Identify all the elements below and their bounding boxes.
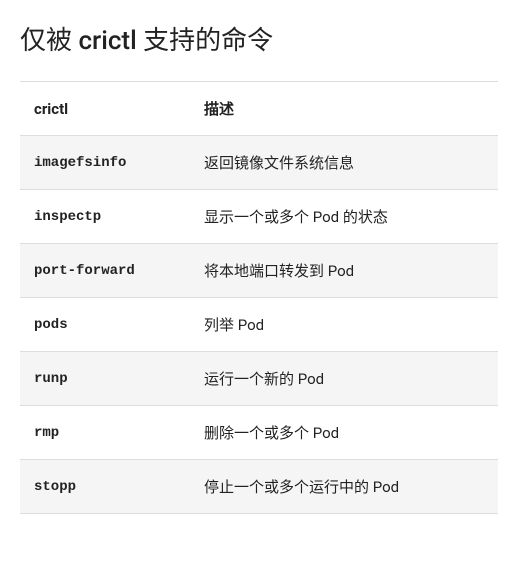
description-cell: 删除一个或多个 Pod [190,406,498,460]
command-cell: port-forward [20,244,190,298]
column-header-crictl: crictl [20,82,190,136]
table-row: rmp 删除一个或多个 Pod [20,406,498,460]
command-cell: inspectp [20,190,190,244]
table-row: stopp 停止一个或多个运行中的 Pod [20,460,498,514]
command-cell: runp [20,352,190,406]
description-cell: 显示一个或多个 Pod 的状态 [190,190,498,244]
column-header-description: 描述 [190,82,498,136]
description-cell: 列举 Pod [190,298,498,352]
description-cell: 将本地端口转发到 Pod [190,244,498,298]
description-cell: 运行一个新的 Pod [190,352,498,406]
command-cell: imagefsinfo [20,136,190,190]
table-row: imagefsinfo 返回镜像文件系统信息 [20,136,498,190]
section-heading: 仅被 crictl 支持的命令 [20,20,498,57]
table-row: runp 运行一个新的 Pod [20,352,498,406]
table-row: pods 列举 Pod [20,298,498,352]
table-header-row: crictl 描述 [20,82,498,136]
description-cell: 停止一个或多个运行中的 Pod [190,460,498,514]
command-cell: stopp [20,460,190,514]
description-cell: 返回镜像文件系统信息 [190,136,498,190]
table-row: inspectp 显示一个或多个 Pod 的状态 [20,190,498,244]
command-cell: pods [20,298,190,352]
table-row: port-forward 将本地端口转发到 Pod [20,244,498,298]
commands-table: crictl 描述 imagefsinfo 返回镜像文件系统信息 inspect… [20,81,498,514]
command-cell: rmp [20,406,190,460]
